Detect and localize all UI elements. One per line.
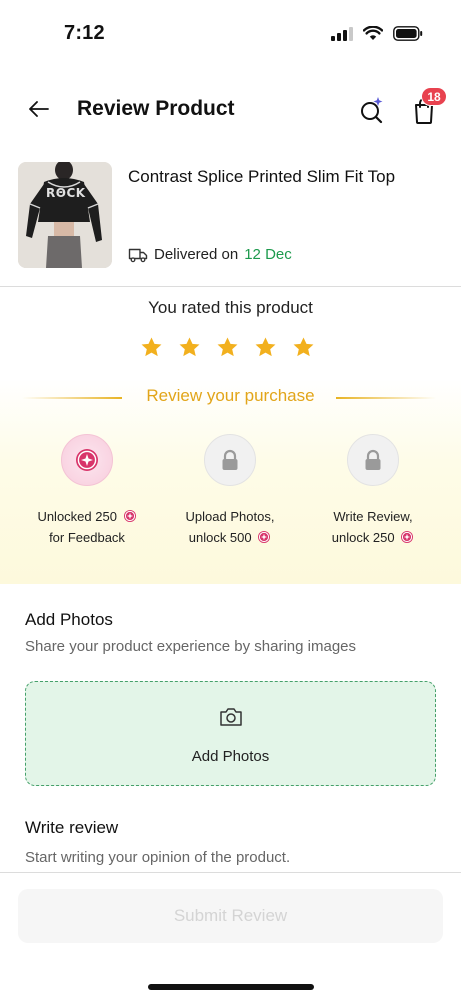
- add-photos-subtitle: Share your product experience by sharing…: [25, 638, 357, 655]
- add-photos-button[interactable]: Add Photos: [25, 681, 436, 786]
- page-title: Review Product: [77, 97, 235, 120]
- cellular-signal-icon: [331, 26, 353, 41]
- heading-line-right: [336, 397, 436, 399]
- reward-line2: unlock 500: [188, 530, 252, 545]
- coin-icon: [258, 531, 271, 543]
- status-bar: 7:12: [0, 0, 461, 70]
- home-indicator: [148, 984, 314, 990]
- truck-icon: [128, 248, 148, 262]
- star-icon[interactable]: [254, 336, 277, 359]
- header: Review Product 18: [0, 82, 461, 138]
- reward-line2: unlock 250: [331, 530, 395, 545]
- reward-line2: for Feedback: [49, 530, 125, 545]
- review-heading: Review your purchase: [146, 386, 315, 405]
- arrow-left-icon: [29, 101, 49, 117]
- rewards-section: Review your purchase Unlocked 250 for Fe…: [0, 380, 461, 584]
- product-photo-illustration: [18, 162, 112, 268]
- camera-icon: [220, 708, 242, 726]
- divider: [0, 286, 461, 287]
- product-name: Contrast Splice Printed Slim Fit Top: [128, 167, 396, 186]
- star-icon[interactable]: [140, 336, 163, 359]
- status-time: 7:12: [64, 22, 105, 44]
- cart-count-badge: 18: [421, 87, 447, 106]
- reward-unlocked-badge: [61, 434, 113, 486]
- battery-icon: [393, 26, 423, 41]
- star-icon[interactable]: [292, 336, 315, 359]
- status-icons: [331, 26, 423, 41]
- lock-icon: [222, 449, 238, 470]
- review-text-input[interactable]: [25, 845, 436, 869]
- review-heading-row: Review your purchase: [0, 386, 461, 410]
- lock-icon: [365, 449, 381, 470]
- star-rating[interactable]: [140, 336, 315, 359]
- add-photos-label: Add Photos: [191, 748, 270, 765]
- reward-locked-badge: [204, 434, 256, 486]
- divider: [0, 872, 461, 873]
- product-summary: RΘCK Contrast Splice Printed Slim Fit To…: [18, 162, 443, 270]
- wifi-icon: [363, 26, 383, 40]
- reward-locked-badge: [347, 434, 399, 486]
- coin-icon: [401, 531, 414, 543]
- rating-label: You rated this product: [148, 298, 313, 317]
- sparkle-coin-icon: [76, 449, 98, 471]
- reward-line1: Write Review,: [333, 509, 413, 524]
- search-sparkle-icon: [361, 97, 383, 124]
- reward-text: Unlocked 250 for Feedback: [12, 506, 162, 548]
- delivery-date: 12 Dec: [244, 246, 292, 263]
- search-button[interactable]: [354, 92, 390, 128]
- star-icon[interactable]: [178, 336, 201, 359]
- coin-icon: [123, 510, 136, 522]
- rating-section: You rated this product: [0, 298, 461, 357]
- delivery-prefix: Delivered on: [154, 246, 239, 263]
- star-icon[interactable]: [216, 336, 239, 359]
- reward-text: Write Review, unlock 250: [298, 506, 448, 548]
- reward-feedback: Unlocked 250 for Feedback: [12, 434, 162, 548]
- back-button[interactable]: [22, 94, 56, 124]
- reward-line1: Upload Photos,: [185, 509, 275, 524]
- reward-write-review: Write Review, unlock 250: [298, 434, 448, 548]
- product-image[interactable]: RΘCK: [18, 162, 112, 268]
- write-review-title: Write review: [25, 818, 119, 837]
- submit-review-button[interactable]: Submit Review: [18, 889, 443, 943]
- reward-upload-photos: Upload Photos, unlock 500: [155, 434, 305, 548]
- reward-line1: Unlocked 250: [37, 509, 117, 524]
- delivery-status: Delivered on 12 Dec: [128, 246, 292, 263]
- add-photos-title: Add Photos: [25, 610, 113, 629]
- reward-text: Upload Photos, unlock 500: [155, 506, 305, 548]
- product-print-text: RΘCK: [46, 186, 86, 200]
